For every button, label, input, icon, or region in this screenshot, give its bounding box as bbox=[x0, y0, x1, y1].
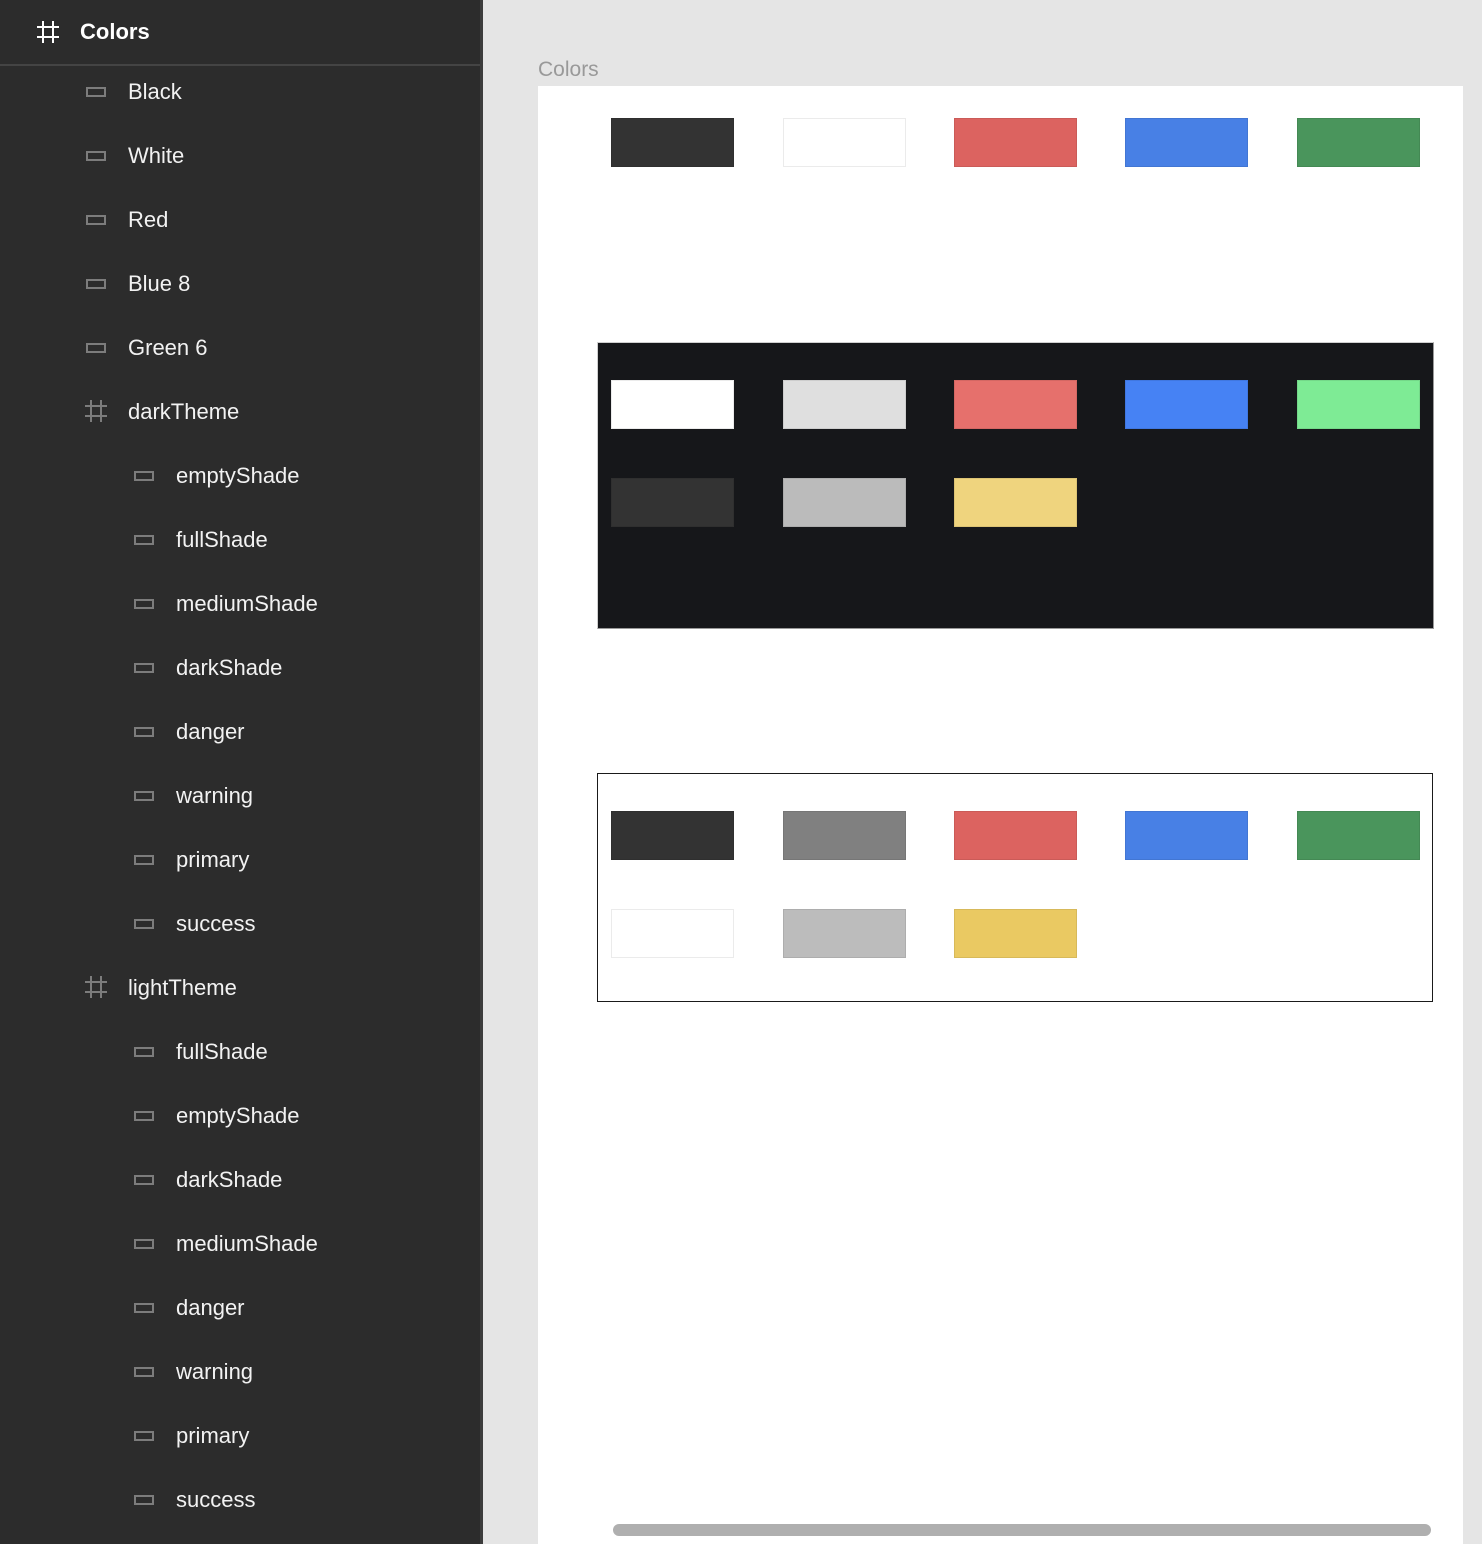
rectangle-icon bbox=[134, 1431, 154, 1441]
layer-item-label: success bbox=[176, 1487, 256, 1512]
rectangle-icon bbox=[134, 599, 154, 609]
layer-item-success[interactable]: success bbox=[0, 1476, 480, 1524]
swatch-fullshade[interactable] bbox=[611, 811, 734, 860]
swatch-emptyshade[interactable] bbox=[611, 380, 734, 429]
rectangle-icon bbox=[134, 1175, 154, 1185]
layer-item-danger[interactable]: danger bbox=[0, 708, 480, 756]
layers-panel-header[interactable]: Colors bbox=[0, 0, 480, 66]
rectangle-icon bbox=[134, 1367, 154, 1377]
rectangle-icon bbox=[86, 87, 106, 97]
layer-item-label: Green 6 bbox=[128, 335, 208, 360]
swatch-green-6[interactable] bbox=[1297, 118, 1420, 167]
layer-item-darkshade[interactable]: darkShade bbox=[0, 1156, 480, 1204]
layer-item-label: lightTheme bbox=[128, 975, 237, 1000]
swatch-mediumshade[interactable] bbox=[783, 811, 906, 860]
swatch-darkshade[interactable] bbox=[611, 478, 734, 527]
rectangle-icon bbox=[134, 791, 154, 801]
layer-item-label: success bbox=[176, 911, 256, 936]
horizontal-scrollbar[interactable] bbox=[613, 1524, 1431, 1536]
layer-item-label: mediumShade bbox=[176, 1231, 318, 1256]
layer-item-label: warning bbox=[176, 783, 254, 808]
layer-item-warning[interactable]: warning bbox=[0, 772, 480, 820]
layer-item-label: darkShade bbox=[176, 655, 283, 680]
layer-item-emptyshade[interactable]: emptyShade bbox=[0, 452, 480, 500]
layer-item-lighttheme[interactable]: lightTheme bbox=[0, 964, 480, 1012]
light-theme-frame[interactable] bbox=[597, 773, 1433, 1002]
layer-item-success[interactable]: success bbox=[0, 900, 480, 948]
layer-item-darkshade[interactable]: darkShade bbox=[0, 644, 480, 692]
layer-item-emptyshade[interactable]: emptyShade bbox=[0, 1092, 480, 1140]
rectangle-icon bbox=[86, 215, 106, 225]
layers-panel: Colors Black White Red Blue 8 Green 6 darkThe… bbox=[0, 0, 483, 1544]
layer-item-darktheme[interactable]: darkTheme bbox=[0, 388, 480, 436]
layer-item-fullshade[interactable]: fullShade bbox=[0, 516, 480, 564]
rectangle-icon bbox=[134, 1047, 154, 1057]
swatch-success[interactable] bbox=[1297, 380, 1420, 429]
layer-item-black[interactable]: Black bbox=[0, 68, 480, 116]
layer-item-primary[interactable]: primary bbox=[0, 836, 480, 884]
layers-panel-title: Colors bbox=[80, 19, 150, 44]
layer-item-mediumshade[interactable]: mediumShade bbox=[0, 580, 480, 628]
swatch-danger[interactable] bbox=[954, 380, 1077, 429]
rectangle-icon bbox=[86, 343, 106, 353]
layer-item-label: Blue 8 bbox=[128, 271, 191, 296]
layer-item-red[interactable]: Red bbox=[0, 196, 480, 244]
swatch-darkshade[interactable] bbox=[783, 909, 906, 958]
layer-item-label: danger bbox=[176, 1295, 245, 1320]
layer-item-label: fullShade bbox=[176, 1039, 268, 1064]
layer-item-label: darkShade bbox=[176, 1167, 283, 1192]
swatch-blue-8[interactable] bbox=[1125, 118, 1248, 167]
rectangle-icon bbox=[86, 151, 106, 161]
layer-item-label: warning bbox=[176, 1359, 254, 1384]
rectangle-icon bbox=[134, 1495, 154, 1505]
frame-hash-icon bbox=[37, 21, 59, 43]
rectangle-icon bbox=[134, 855, 154, 865]
layer-item-label: Black bbox=[128, 79, 182, 104]
rectangle-icon bbox=[134, 1303, 154, 1313]
layer-item-warning[interactable]: warning bbox=[0, 1348, 480, 1396]
rectangle-icon bbox=[134, 471, 154, 481]
swatch-fullshade[interactable] bbox=[783, 380, 906, 429]
layer-item-label: darkTheme bbox=[128, 399, 240, 424]
swatch-primary[interactable] bbox=[1125, 811, 1248, 860]
rectangle-icon bbox=[134, 1111, 154, 1121]
swatch-warning[interactable] bbox=[954, 909, 1077, 958]
rectangle-icon bbox=[134, 663, 154, 673]
rectangle-icon bbox=[134, 919, 154, 929]
swatch-mediumshade[interactable] bbox=[783, 478, 906, 527]
layer-item-label: primary bbox=[176, 1423, 250, 1448]
swatch-red[interactable] bbox=[954, 118, 1077, 167]
layer-item-green-6[interactable]: Green 6 bbox=[0, 324, 480, 372]
rectangle-icon bbox=[134, 727, 154, 737]
layer-item-white[interactable]: White bbox=[0, 132, 480, 180]
rectangle-icon bbox=[134, 1239, 154, 1249]
layer-item-label: Red bbox=[128, 207, 169, 232]
layer-item-fullshade[interactable]: fullShade bbox=[0, 1028, 480, 1076]
rectangle-icon bbox=[86, 279, 106, 289]
swatch-black[interactable] bbox=[611, 118, 734, 167]
layer-item-label: fullShade bbox=[176, 527, 268, 552]
layer-item-label: danger bbox=[176, 719, 245, 744]
layer-item-label: emptyShade bbox=[176, 1103, 300, 1128]
layer-item-label: White bbox=[128, 143, 185, 168]
swatch-warning[interactable] bbox=[954, 478, 1077, 527]
layer-item-label: primary bbox=[176, 847, 250, 872]
layer-item-primary[interactable]: primary bbox=[0, 1412, 480, 1460]
swatch-primary[interactable] bbox=[1125, 380, 1248, 429]
swatch-white[interactable] bbox=[783, 118, 906, 167]
layer-item-blue-8[interactable]: Blue 8 bbox=[0, 260, 480, 308]
layer-item-label: mediumShade bbox=[176, 591, 318, 616]
swatch-emptyshade[interactable] bbox=[611, 909, 734, 958]
rectangle-icon bbox=[134, 535, 154, 545]
frame-label[interactable]: Colors bbox=[538, 57, 599, 83]
swatch-danger[interactable] bbox=[954, 811, 1077, 860]
frame-hash-icon bbox=[85, 400, 107, 422]
frame-hash-icon bbox=[85, 976, 107, 998]
layer-item-label: emptyShade bbox=[176, 463, 300, 488]
layer-item-mediumshade[interactable]: mediumShade bbox=[0, 1220, 480, 1268]
layer-item-danger[interactable]: danger bbox=[0, 1284, 480, 1332]
swatch-success[interactable] bbox=[1297, 811, 1420, 860]
